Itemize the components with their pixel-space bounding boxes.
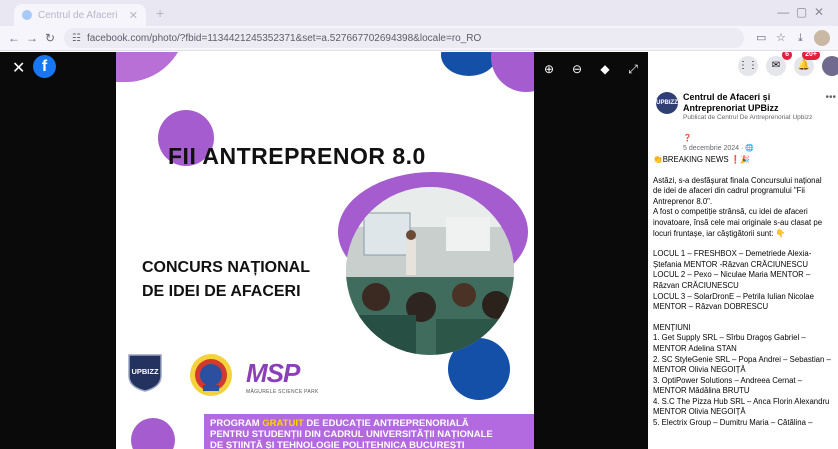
post-line: 5. Electrix Group – Dumitru Maria – Cătă… — [653, 418, 813, 428]
bookmark-star-icon[interactable]: ☆ — [776, 30, 786, 46]
tab-title: Centrul de Afaceri — [38, 9, 118, 21]
facebook-favicon-icon — [22, 10, 32, 20]
browser-toolbar: ← → ↻ ☷ facebook.com/photo/?fbid=1134421… — [0, 26, 838, 51]
account-avatar[interactable] — [822, 56, 838, 76]
banner-line-2: PENTRU STUDENȚII DIN CADRUL UNIVERSITĂȚI… — [210, 429, 493, 440]
fullscreen-icon[interactable]: ⤢ — [626, 62, 640, 77]
partner-logos: UPBIZZ MSP MĂGURELE SCIENCE PARK — [126, 352, 336, 402]
post-line: MENTOR – Răzvan DOBRESCU — [653, 302, 769, 312]
decorative-blob — [116, 52, 186, 82]
published-by: Publicat de Centrul De Antreprenoriat Up… — [683, 114, 813, 121]
page-name-link[interactable]: Centrul de Afaceri și Antreprenoriat UPB… — [683, 92, 823, 114]
poster-image: FII ANTREPRENOR 8.0 CONCURS NAȚIONAL DE — [116, 52, 534, 449]
window-controls[interactable]: — ▢ ✕ — [777, 5, 824, 19]
notifications-badge: 20+ — [802, 52, 820, 60]
post-spacer — [653, 166, 838, 176]
post-line: LOCUL 3 – SolarDronE – Petrila Iulian Ni… — [653, 291, 814, 301]
msp-logo-subtext: MĂGURELE SCIENCE PARK — [246, 389, 319, 395]
event-photo — [346, 187, 514, 355]
viewer-tools: ⊕ ⊖ ◆ ⤢ — [542, 62, 640, 77]
facebook-logo-icon[interactable]: f — [33, 55, 56, 78]
back-icon[interactable]: ← — [8, 30, 20, 46]
notifications-bell-icon[interactable]: 🔔 20+ — [794, 52, 820, 76]
post-line: A fost o competiție strânsă, cu idei de … — [653, 207, 808, 217]
url-text[interactable]: facebook.com/photo/?fbid=113442124535237… — [87, 33, 481, 44]
more-options-icon[interactable]: ••• — [825, 92, 836, 103]
post-line: 3. OptiPower Solutions – Andreea Cernat … — [653, 375, 803, 385]
poster-subtitle: CONCURS NAȚIONAL DE IDEI DE AFACERI — [142, 256, 310, 304]
post-line: de idei de afaceri din cadrul programulu… — [653, 186, 805, 196]
globe-icon: 🌐 — [745, 145, 754, 152]
post-line: Antreprenor 8.0". — [653, 196, 713, 206]
install-app-icon[interactable]: ▭ — [756, 30, 766, 46]
msp-logo-text: MSP — [246, 358, 300, 388]
post-line: 1. Get Supply SRL – Sîrbu Dragoș Gabriel… — [653, 333, 806, 343]
banner-text: DE EDUCAȚIE ANTREPRENORIALĂ — [303, 418, 469, 429]
close-viewer-icon[interactable]: ✕ — [12, 58, 25, 78]
decorative-blob — [441, 52, 497, 76]
browser-tab[interactable]: Centrul de Afaceri ✕ — [14, 4, 146, 26]
site-info-icon[interactable]: ☷ — [72, 33, 81, 44]
download-icon[interactable]: ⤓ — [798, 30, 803, 46]
messenger-icon[interactable]: ✉ 6 — [766, 52, 792, 76]
tag-icon[interactable]: ◆ — [598, 62, 612, 77]
poster-title: FII ANTREPRENOR 8.0 — [168, 143, 426, 169]
post-line: LOCUL 2 – Pexo – Niculae Maria MENTOR – — [653, 270, 811, 280]
reload-icon[interactable]: ↻ — [45, 30, 55, 46]
program-banner: PROGRAM GRATUIT DE EDUCAȚIE ANTREPRENORI… — [204, 414, 534, 449]
msp-logo: MSP MĂGURELE SCIENCE PARK — [246, 358, 319, 395]
profile-avatar[interactable] — [814, 30, 830, 46]
banner-highlight: GRATUIT — [262, 418, 304, 429]
post-spacer — [653, 239, 838, 249]
post-line: 2. SC StyleGenie SRL – Popa Andrei – Seb… — [653, 354, 831, 364]
decorative-blob — [491, 52, 534, 92]
close-tab-icon[interactable]: ✕ — [129, 9, 138, 22]
university-seal — [188, 352, 234, 398]
post-text: 👏BREAKING NEWS ❗🎉 Astăzi, s-a desfășurat … — [653, 155, 838, 429]
banner-text: PROGRAM — [210, 418, 263, 429]
post-line: LOCUL 1 – FRESHBOX – Demetriede Alexia- — [653, 249, 812, 259]
post-line: MENTOR Olivia NEGOIȚĂ — [653, 407, 746, 417]
address-bar[interactable]: ☷ facebook.com/photo/?fbid=1134421245352… — [64, 28, 744, 48]
info-icon[interactable]: ❓ — [683, 135, 692, 142]
new-tab-icon[interactable]: + — [156, 5, 164, 21]
banner-line-3: DE ȘTIINȚĂ ȘI TEHNOLOGIE POLITEHNICA BUC… — [210, 440, 465, 449]
top-nav-icons: ⋮⋮ ✉ 6 🔔 20+ — [738, 52, 838, 76]
post-line: MENTOR Mădălina BRUTU — [653, 386, 750, 396]
post-line: 4. S.C The Pizza Hub SRL – Anca Florin A… — [653, 396, 830, 406]
zoom-out-icon[interactable]: ⊖ — [570, 62, 584, 77]
post-date-row: ❓ 5 decembrie 2024 · 🌐 — [683, 134, 754, 153]
post-line: MENTOR Olivia NEGOIȚĂ — [653, 365, 746, 375]
post-date-text[interactable]: 5 decembrie 2024 — [683, 145, 739, 152]
forward-icon[interactable]: → — [26, 30, 38, 46]
post-line: Răzvan CRĂCIUNESCU — [653, 280, 739, 290]
subtitle-line: DE IDEI DE AFACERI — [142, 283, 301, 300]
decorative-blob — [131, 418, 175, 449]
post-date[interactable]: 5 decembrie 2024 · 🌐 — [683, 144, 754, 153]
zoom-in-icon[interactable]: ⊕ — [542, 62, 556, 77]
menu-grid-icon[interactable]: ⋮⋮ — [738, 56, 758, 76]
post-line: 👏BREAKING NEWS ❗🎉 — [653, 155, 751, 164]
post-line: locuri fruntașe, iar câștigătorii sunt: … — [653, 228, 786, 238]
page-avatar[interactable]: UPBIZZ — [656, 92, 678, 114]
subtitle-line: CONCURS NAȚIONAL — [142, 259, 310, 276]
post-line: Ștefania MENTOR -Răzvan CRĂCIUNESCU — [653, 259, 808, 269]
photo-viewer: ✕ f FII ANTREPRENOR 8.0 CONCURS NAȚIONAL… — [0, 52, 648, 449]
post-line: inovatoare, însă cele mai originale s-au… — [653, 217, 823, 227]
banner-line-1: PROGRAM GRATUIT DE EDUCAȚIE ANTREPRENORI… — [210, 418, 528, 429]
upbizz-logo: UPBIZZ — [126, 352, 164, 392]
upbizz-logo-text: UPBIZZ — [131, 367, 159, 376]
post-spacer — [653, 313, 838, 323]
post-line: Astăzi, s-a desfășurat finala Concursulu… — [653, 175, 822, 185]
messenger-badge: 6 — [782, 52, 792, 60]
post-line: MENTOR Adelina STAN — [653, 343, 737, 353]
post-panel: ⋮⋮ ✉ 6 🔔 20+ UPBIZZ Centrul de Afaceri și … — [648, 52, 838, 449]
browser-tab-strip: Centrul de Afaceri ✕ + — ▢ ✕ — [0, 0, 838, 26]
post-line: MENȚIUNI — [653, 322, 691, 332]
